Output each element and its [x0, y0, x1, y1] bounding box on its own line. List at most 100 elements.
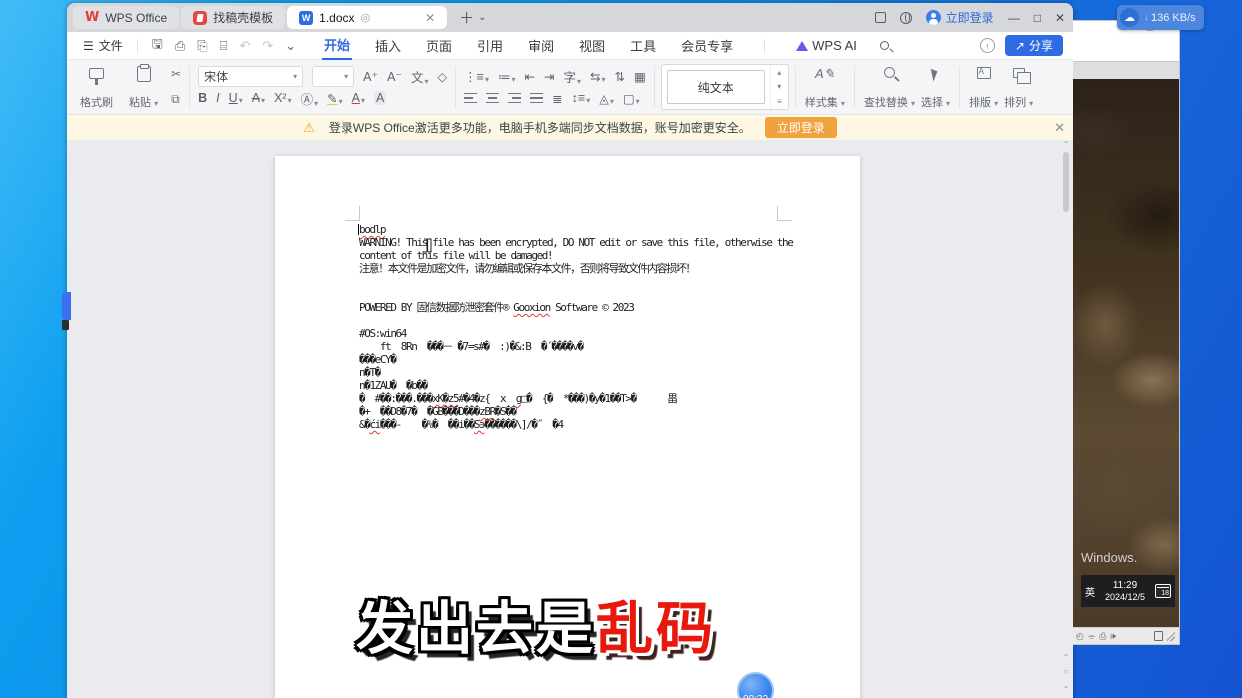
maximize-button[interactable]: □ [1034, 11, 1041, 25]
decrease-font-button[interactable]: A⁻ [387, 69, 402, 84]
tab-template-doc[interactable]: 找稿壳模板 [181, 6, 286, 29]
find-replace-button[interactable]: 查找替换 ▾ [861, 64, 918, 110]
style-more-icon[interactable]: ≡ [777, 97, 782, 106]
tab-sync-icon[interactable]: ◎ [361, 11, 371, 24]
tab-tools[interactable]: 工具 [628, 32, 658, 59]
align-left-icon[interactable] [464, 93, 478, 103]
tab-view[interactable]: 视图 [577, 32, 607, 59]
font-color-button[interactable]: A ▾ [352, 91, 365, 105]
print-icon[interactable]: ⎘ [191, 38, 213, 54]
global-settings-icon[interactable] [899, 11, 912, 24]
net-speed-widget[interactable]: ☁ ↓ 136 KB/s [1117, 5, 1204, 30]
format-painter-button[interactable]: 格式刷 [77, 64, 116, 110]
style-set-button[interactable]: A✎ 样式集 ▾ [802, 64, 848, 110]
bullet-list-button[interactable]: ⋮≡ ▾ [464, 69, 489, 84]
style-up-icon[interactable]: ▴ [777, 68, 781, 77]
align-right-icon[interactable] [508, 93, 522, 103]
tab-wps-home[interactable]: W WPS Office [73, 6, 180, 29]
font-size-select[interactable]: ▾ [312, 65, 355, 87]
tab-home[interactable]: 开始 [322, 31, 353, 60]
clear-format-button[interactable]: ◇ [438, 69, 448, 84]
clock-date: 2024/12/5 [1104, 591, 1146, 602]
char-border-button[interactable]: Ⓐ ▾ [301, 89, 319, 108]
tab-wps-ai[interactable]: WPS AI [794, 34, 859, 57]
more-actions-icon[interactable]: ⌄ [279, 38, 302, 54]
login-now-button[interactable]: 立即登录 [764, 117, 837, 138]
scroll-up-icon[interactable]: ⌃ [1061, 140, 1071, 149]
close-button[interactable]: ✕ [1055, 11, 1065, 25]
typeset-button[interactable]: 排版 ▾ [966, 64, 1001, 110]
select-label: 选择 ▾ [920, 97, 951, 109]
typeset-label: 排版 ▾ [969, 97, 999, 109]
document-line: ft 8Rn ���－ �7=s#� :)�&:B �´����v� [359, 340, 584, 353]
increase-font-button[interactable]: A⁺ [363, 69, 378, 84]
paste-button[interactable]: 粘贴 ▾ [126, 64, 161, 110]
tab-member[interactable]: 会员专享 [679, 32, 735, 59]
underline-button[interactable]: U ▾ [229, 91, 243, 105]
tab-review[interactable]: 审阅 [526, 32, 556, 59]
format-painter-icon [89, 68, 104, 85]
tab-list-dropdown-icon[interactable]: ⌄ [478, 12, 486, 23]
undo-icon[interactable]: ↶ [233, 38, 256, 54]
copy-icon[interactable]: ⧉ [171, 92, 181, 107]
share-button[interactable]: ↗ 分享 [1004, 35, 1063, 56]
format-painter-label: 格式刷 [80, 97, 113, 109]
show-marks-button[interactable]: ▦ [634, 69, 646, 84]
bold-button[interactable]: B [198, 91, 207, 105]
align-justify-icon[interactable] [530, 93, 544, 103]
tab-close-icon[interactable]: ✕ [425, 11, 435, 25]
redo-icon[interactable]: ↷ [256, 38, 279, 54]
highlight-color-button[interactable]: ✎ ▾ [327, 91, 343, 106]
sort-button[interactable]: ⇅ [615, 69, 625, 84]
cut-icon[interactable]: ✂ [171, 67, 181, 81]
minimize-button[interactable]: — [1008, 11, 1020, 25]
increase-indent-button[interactable]: ⇥ [544, 69, 554, 84]
align-center-icon[interactable] [486, 93, 500, 103]
file-menu-button[interactable]: ☰ 文件 [77, 37, 129, 54]
divider [794, 66, 796, 108]
char-scale-button[interactable]: 字 ▾ [563, 67, 581, 86]
direction-button[interactable]: ⇆ ▾ [590, 69, 606, 84]
tab-insert[interactable]: 插入 [373, 32, 403, 59]
scrollbar-thumb[interactable] [1063, 152, 1069, 212]
new-tab-button[interactable]: ＋ [459, 7, 474, 28]
shading-button[interactable]: ◬ ▾ [599, 91, 614, 106]
distribute-button[interactable]: ≣ [552, 91, 562, 106]
char-shading-button[interactable]: A [373, 91, 387, 105]
print-preview-icon[interactable]: ⌸ [214, 38, 234, 54]
login-entry[interactable]: 立即登录 [925, 9, 994, 26]
background-photo-window[interactable]: — □ ✕ Windows. 英 11:29 2024/12/5 18 ◴ ⌯ … [1073, 20, 1180, 645]
numbered-list-button[interactable]: ≔ ▾ [498, 69, 516, 84]
strikethrough-button[interactable]: A ▾ [252, 91, 265, 105]
text-effects-button[interactable]: 文 ▾ [411, 67, 429, 86]
upload-cloud-icon[interactable]: ↑ [979, 38, 995, 53]
search-icon[interactable] [879, 41, 889, 50]
style-down-icon[interactable]: ▾ [777, 82, 781, 91]
banner-close-icon[interactable]: ✕ [1054, 120, 1065, 136]
font-name-select[interactable]: 宋体 ▾ [198, 65, 304, 87]
tab-reference[interactable]: 引用 [475, 32, 505, 59]
style-gallery-arrows: ▴ ▾ ≡ [769, 65, 788, 109]
margin-mark [777, 206, 792, 221]
export-icon[interactable]: ⎙ [169, 38, 191, 54]
arrange-button[interactable]: 排列 ▾ [1001, 64, 1036, 110]
superscript-button[interactable]: X² ▾ [274, 91, 292, 105]
save-icon[interactable]: 🖫 [146, 35, 169, 57]
line-spacing-button[interactable]: ↕≡ ▾ [572, 91, 591, 105]
edge-panel-handle[interactable] [62, 292, 71, 320]
decrease-indent-button[interactable]: ⇤ [525, 69, 535, 84]
border-button[interactable]: ▢ ▾ [623, 91, 640, 106]
style-plain-text[interactable]: 纯文本 [666, 70, 765, 104]
layers-icon [1012, 68, 1031, 84]
nav-dot-icon[interactable]: ○ [1061, 667, 1071, 676]
tab-1-docx[interactable]: W 1.docx ◎ ✕ [287, 6, 448, 29]
tab-page[interactable]: 页面 [424, 32, 454, 59]
style-gallery[interactable]: 纯文本 ▴ ▾ ≡ [660, 64, 789, 110]
select-button[interactable]: 选择 ▾ [918, 64, 953, 110]
find-replace-label: 查找替换 ▾ [863, 97, 915, 109]
next-page-icon[interactable]: ⌄ [1061, 681, 1071, 690]
workspace-icon[interactable] [874, 12, 886, 23]
italic-button[interactable]: I [216, 91, 219, 105]
